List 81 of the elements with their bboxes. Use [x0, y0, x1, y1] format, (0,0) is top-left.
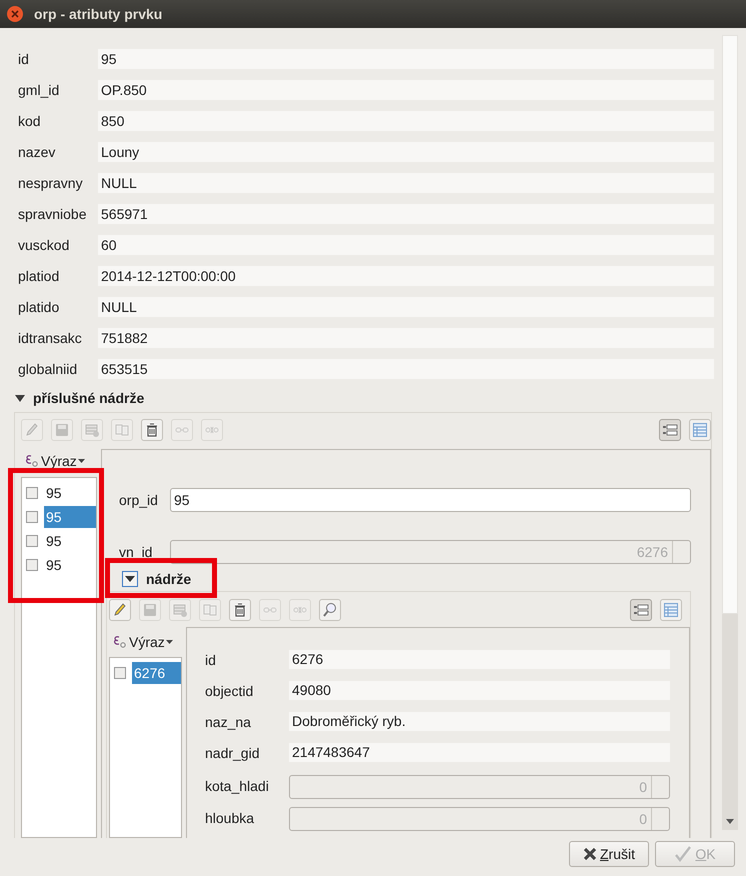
- checkbox[interactable]: [114, 667, 126, 679]
- expression-icon[interactable]: [24, 454, 40, 468]
- field-label: naz_na: [205, 714, 252, 730]
- value-field[interactable]: NULL: [98, 297, 714, 317]
- value-field[interactable]: 751882: [98, 328, 714, 348]
- field-label: kota_hladi: [205, 778, 270, 794]
- dropdown-caret-icon[interactable]: [78, 459, 85, 463]
- table-icon: [692, 422, 708, 438]
- magnifier-icon: [322, 602, 338, 618]
- value-field[interactable]: OP.850: [98, 80, 714, 100]
- field-label: gml_id: [18, 82, 60, 98]
- expression-label: Výraz: [41, 453, 77, 469]
- table-view-button[interactable]: [660, 599, 682, 621]
- field-label: kod: [18, 113, 42, 129]
- add-row-icon: [172, 602, 188, 618]
- copy-icon: [202, 602, 218, 618]
- value-field[interactable]: 2014-12-12T00:00:00: [98, 266, 714, 286]
- text-field[interactable]: 95: [170, 488, 691, 512]
- field-label: platiod: [18, 268, 60, 284]
- trash-icon: [144, 422, 160, 438]
- pencil-icon: [24, 422, 40, 438]
- expression-label: Výraz: [129, 634, 165, 650]
- checkbox[interactable]: [26, 535, 38, 547]
- value-field[interactable]: 653515: [98, 359, 714, 379]
- scroll-down-arrow-icon[interactable]: [726, 819, 734, 824]
- checkbox[interactable]: [26, 559, 38, 571]
- trash-icon: [232, 602, 248, 618]
- field-label: globalniid: [18, 361, 78, 377]
- scrollbar[interactable]: [722, 35, 738, 830]
- trash-button[interactable]: [229, 599, 251, 621]
- pencil-icon: [112, 602, 128, 618]
- form-view-button[interactable]: [659, 419, 681, 441]
- magnifier-button[interactable]: [319, 599, 341, 621]
- form-layout-icon: [633, 602, 649, 618]
- value-field[interactable]: 2147483647: [289, 743, 670, 762]
- field-label: spravniobe: [18, 206, 88, 222]
- list-item[interactable]: 95: [44, 506, 96, 528]
- form-view-button[interactable]: [630, 599, 652, 621]
- field-label: orp_id: [119, 492, 159, 508]
- value-field[interactable]: 565971: [98, 204, 714, 224]
- close-icon: [582, 847, 597, 861]
- copy-icon: [114, 422, 130, 438]
- section-title: příslušné nádrže: [33, 390, 144, 406]
- dropdown-caret-icon[interactable]: [166, 640, 173, 644]
- value-field[interactable]: 95: [98, 49, 714, 69]
- add-row-icon: [84, 422, 100, 438]
- field-label: id: [18, 51, 30, 67]
- list-item[interactable]: 95: [44, 554, 96, 576]
- table-view-button[interactable]: [689, 419, 711, 441]
- field-label: hloubka: [205, 810, 256, 826]
- checkbox[interactable]: [26, 487, 38, 499]
- value-field[interactable]: NULL: [98, 173, 714, 193]
- cancel-button[interactable]: Zrušit: [569, 841, 649, 867]
- field-label: nadr_gid: [205, 744, 260, 760]
- value-field[interactable]: Dobroměřický ryb.: [289, 712, 670, 731]
- field-label: id: [205, 652, 217, 668]
- value-field[interactable]: 60: [98, 235, 714, 255]
- checkbox[interactable]: [26, 511, 38, 523]
- pencil-button[interactable]: [109, 599, 131, 621]
- checkmark-icon: [674, 846, 692, 862]
- close-icon[interactable]: [7, 6, 23, 22]
- value-field[interactable]: Louny: [98, 142, 714, 162]
- trash-button[interactable]: [141, 419, 163, 441]
- list-item[interactable]: 6276: [132, 662, 181, 684]
- value-field[interactable]: 6276: [289, 650, 670, 669]
- field-label: idtransakc: [18, 330, 83, 346]
- field-label: objectid: [205, 682, 254, 698]
- window-title: orp - atributy prvku: [34, 6, 162, 22]
- value-field[interactable]: 49080: [289, 681, 670, 700]
- list-item[interactable]: 95: [44, 530, 96, 552]
- expression-icon[interactable]: [112, 635, 128, 649]
- table-icon: [663, 602, 679, 618]
- list-item[interactable]: 95: [44, 482, 96, 504]
- expand-arrow-icon[interactable]: [15, 394, 25, 402]
- section-title: nádrže: [146, 571, 192, 587]
- form-layout-icon: [662, 422, 678, 438]
- value-field[interactable]: 850: [98, 111, 714, 131]
- field-label: nazev: [18, 144, 56, 160]
- field-label: platido: [18, 299, 60, 315]
- field-label: nespravny: [18, 175, 84, 191]
- field-label: vusckod: [18, 237, 70, 253]
